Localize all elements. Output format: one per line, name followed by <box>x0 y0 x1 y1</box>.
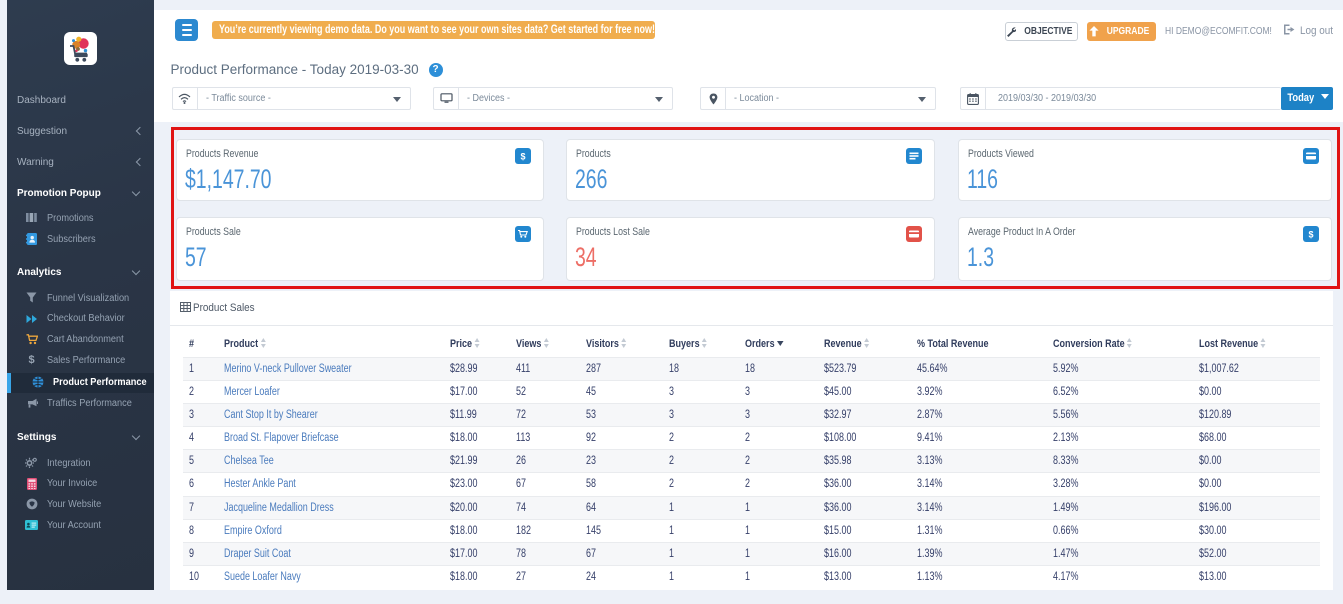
svg-text:$: $ <box>520 152 525 162</box>
svg-text:$: $ <box>1308 230 1313 240</box>
